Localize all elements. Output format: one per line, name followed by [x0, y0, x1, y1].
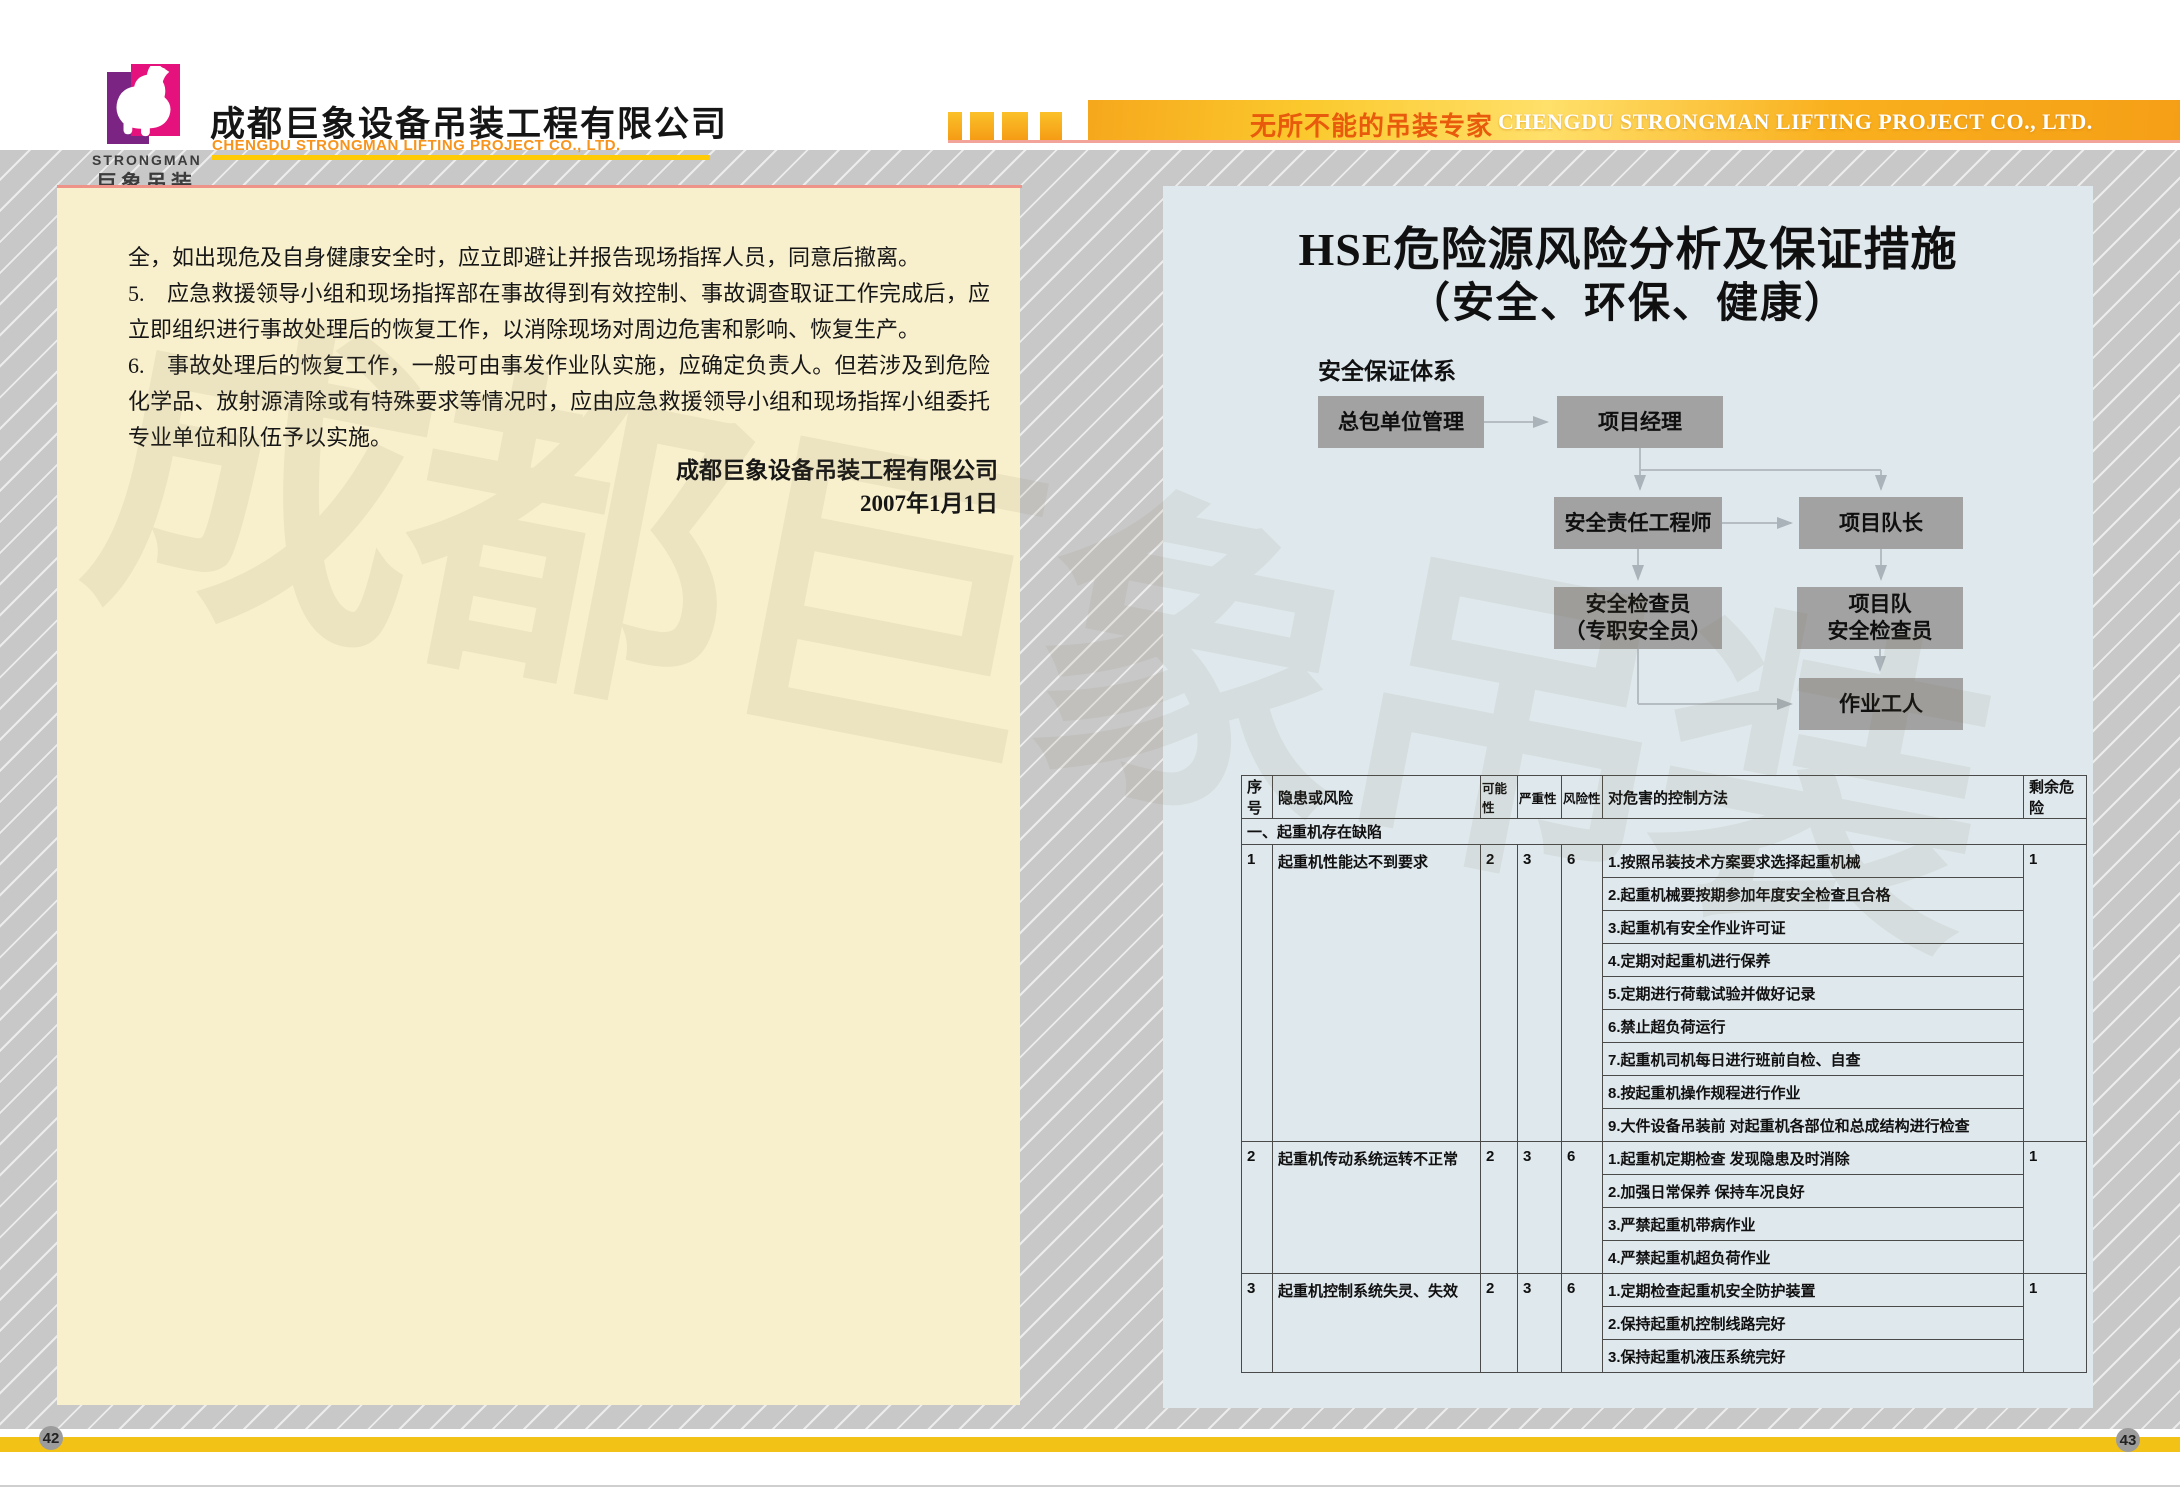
control-method-cell: 1.起重机定期检查 发现隐患及时消除 — [1603, 1142, 2024, 1175]
logo-text-strongman: STRONGMAN — [92, 152, 202, 168]
org-node-label: 安全检查员 — [1828, 618, 1933, 645]
body-paragraph: 6. 事故处理后的恢复工作，一般可由事发作业队实施，应确定负责人。但若涉及到危险… — [128, 348, 990, 456]
banner-underline — [948, 140, 2180, 143]
risk-table: 序号隐患或风险可能性严重性风险性对危害的控制方法剩余危险一、起重机存在缺陷1起重… — [1241, 775, 2087, 1373]
control-method-cell: 9.大件设备吊装前 对起重机各部位和总成结构进行检查 — [1603, 1109, 2024, 1142]
banner-slogan-en: CHENGDU STRONGMAN LIFTING PROJECT CO., L… — [1498, 109, 2093, 135]
control-method-cell: 1.定期检查起重机安全防护装置 — [1603, 1274, 2024, 1307]
risk-name-cell: 起重机控制系统失灵、失效 — [1273, 1274, 1481, 1373]
control-method-cell: 1.按照吊装技术方案要求选择起重机械 — [1603, 845, 2024, 878]
org-node-label: 项目队 — [1849, 591, 1912, 618]
control-method-cell: 4.定期对起重机进行保养 — [1603, 944, 2024, 977]
possibility-cell: 2 — [1481, 1274, 1518, 1373]
org-node-general-contractor: 总包单位管理 — [1318, 396, 1484, 448]
signature-date: 2007年1月1日 — [57, 487, 998, 520]
control-method-cell: 2.起重机械要按期参加年度安全检查且合格 — [1603, 878, 2024, 911]
org-node-label: 项目经理 — [1598, 409, 1682, 436]
page-number-right: 43 — [2116, 1428, 2140, 1452]
column-header: 风险性 — [1562, 776, 1603, 819]
column-header: 严重性 — [1518, 776, 1562, 819]
banner-block — [1040, 112, 1062, 140]
body-paragraph: 全，如出现危及自身健康安全时，应立即避让并报告现场指挥人员，同意后撤离。 — [128, 240, 990, 276]
signature-company: 成都巨象设备吊装工程有限公司 — [57, 454, 998, 487]
signature-block: 成都巨象设备吊装工程有限公司 2007年1月1日 — [57, 454, 1020, 520]
column-header: 剩余危险 — [2024, 776, 2087, 819]
possibility-cell: 2 — [1481, 1142, 1518, 1274]
control-method-cell: 2.保持起重机控制线路完好 — [1603, 1307, 2024, 1340]
risk-level-cell: 6 — [1562, 1274, 1603, 1373]
risk-name-cell: 起重机性能达不到要求 — [1273, 845, 1481, 1142]
risk-no-cell: 2 — [1242, 1142, 1273, 1274]
column-header: 可能性 — [1481, 776, 1518, 819]
control-method-cell: 8.按起重机操作规程进行作业 — [1603, 1076, 2024, 1109]
company-name-en: CHENGDU STRONGMAN LIFTING PROJECT CO., L… — [212, 137, 710, 160]
risk-level-cell: 6 — [1562, 845, 1603, 1142]
org-node-label: （专职安全员） — [1565, 618, 1712, 645]
page-title-line1: HSE危险源风险分析及保证措施 — [1163, 222, 2093, 278]
control-method-cell: 3.严禁起重机带病作业 — [1603, 1208, 2024, 1241]
footer-yellow-bar — [0, 1437, 2180, 1452]
control-method-cell: 6.禁止超负荷运行 — [1603, 1010, 2024, 1043]
org-node-label: 总包单位管理 — [1338, 409, 1464, 436]
residual-risk-cell: 1 — [2024, 1274, 2087, 1373]
brochure-spread: 成都巨象设备吊装工程有限公司 CHENGDU STRONGMAN LIFTING… — [0, 0, 2180, 1489]
elephant-icon — [108, 66, 178, 142]
org-node-team-leader: 项目队长 — [1799, 497, 1963, 549]
org-node-label: 安全责任工程师 — [1565, 510, 1712, 537]
page-number-left: 42 — [39, 1426, 63, 1450]
severity-cell: 3 — [1518, 1142, 1562, 1274]
risk-name-cell: 起重机传动系统运转不正常 — [1273, 1142, 1481, 1274]
banner-block — [970, 112, 994, 140]
control-method-cell: 7.起重机司机每日进行班前自检、自查 — [1603, 1043, 2024, 1076]
paragraphs: 全，如出现危及自身健康安全时，应立即避让并报告现场指挥人员，同意后撤离。5. 应… — [128, 240, 990, 456]
banner-slogan-cn: 无所不能的吊装专家 — [1250, 106, 1493, 143]
risk-no-cell: 3 — [1242, 1274, 1273, 1373]
risk-no-cell: 1 — [1242, 845, 1273, 1142]
possibility-cell: 2 — [1481, 845, 1518, 1142]
column-header: 序号 — [1242, 776, 1273, 819]
banner-block — [1002, 112, 1028, 140]
residual-risk-cell: 1 — [2024, 845, 2087, 1142]
control-method-cell: 2.加强日常保养 保持车况良好 — [1603, 1175, 2024, 1208]
right-page: HSE危险源风险分析及保证措施 （安全、环保、健康） 安全保证体系 — [1163, 186, 2093, 1408]
page-title: HSE危险源风险分析及保证措施 （安全、环保、健康） — [1163, 222, 2093, 330]
org-node-safety-engineer: 安全责任工程师 — [1554, 497, 1722, 549]
org-node-label: 作业工人 — [1839, 691, 1923, 718]
control-method-cell: 3.起重机有安全作业许可证 — [1603, 911, 2024, 944]
residual-risk-cell: 1 — [2024, 1142, 2087, 1274]
control-method-cell: 5.定期进行荷载试验并做好记录 — [1603, 977, 2024, 1010]
org-node-label: 项目队长 — [1839, 510, 1923, 537]
column-header: 隐患或风险 — [1273, 776, 1481, 819]
control-method-cell: 3.保持起重机液压系统完好 — [1603, 1340, 2024, 1373]
org-node-workers: 作业工人 — [1799, 678, 1963, 730]
org-node-project-manager: 项目经理 — [1557, 396, 1723, 448]
footer-bottom-line — [0, 1485, 2180, 1487]
page-title-line2: （安全、环保、健康） — [1163, 278, 2093, 330]
org-chart-heading: 安全保证体系 — [1318, 352, 1456, 386]
column-header: 对危害的控制方法 — [1603, 776, 2024, 819]
banner-block — [948, 112, 962, 140]
org-node-safety-inspector: 安全检查员 （专职安全员） — [1554, 587, 1722, 649]
body-paragraph: 5. 应急救援领导小组和现场指挥部在事故得到有效控制、事故调查取证工作完成后，应… — [128, 276, 990, 348]
section-row: 一、起重机存在缺陷 — [1242, 819, 2087, 845]
risk-level-cell: 6 — [1562, 1142, 1603, 1274]
severity-cell: 3 — [1518, 1274, 1562, 1373]
control-method-cell: 4.严禁起重机超负荷作业 — [1603, 1241, 2024, 1274]
left-page: 全，如出现危及自身健康安全时，应立即避让并报告现场指挥人员，同意后撤离。5. 应… — [57, 188, 1020, 1405]
org-node-team-inspector: 项目队 安全检查员 — [1797, 587, 1963, 649]
org-node-label: 安全检查员 — [1586, 591, 1691, 618]
severity-cell: 3 — [1518, 845, 1562, 1142]
